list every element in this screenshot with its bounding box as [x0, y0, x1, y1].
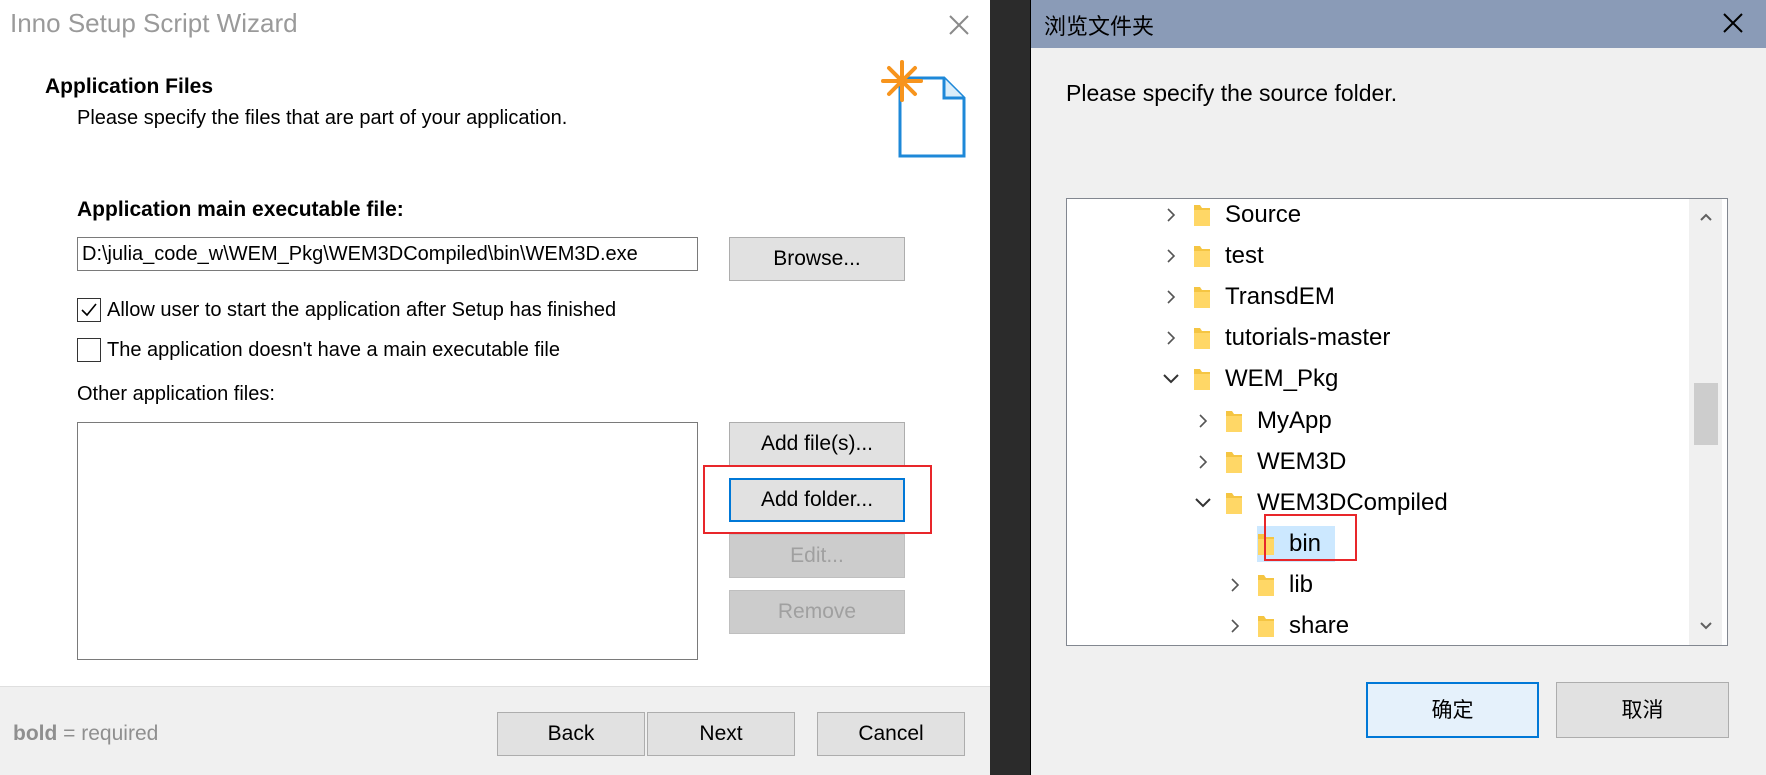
scroll-down-icon[interactable]: [1694, 614, 1718, 638]
folder-icon: [1191, 366, 1213, 392]
chevron-down-icon[interactable]: [1157, 365, 1185, 393]
dialog-prompt: Please specify the source folder.: [1066, 80, 1398, 106]
exe-path-input[interactable]: [77, 237, 698, 271]
folder-tree[interactable]: Source test TransdEM tutorials-master WEM_Pk…: [1066, 198, 1728, 646]
tree-item[interactable]: MyApp: [1189, 401, 1332, 441]
dialog-title: 浏览文件夹: [1044, 15, 1155, 40]
tree-item-label: WEM3DCompiled: [1257, 488, 1448, 516]
required-legend: bold = required: [13, 722, 159, 745]
folder-icon: [1191, 243, 1213, 269]
tree-item[interactable]: tutorials-master: [1157, 318, 1390, 358]
allow-start-label: Allow user to start the application afte…: [107, 298, 617, 321]
chevron-right-icon[interactable]: [1221, 612, 1249, 640]
close-icon[interactable]: [944, 10, 974, 40]
no-exe-checkbox[interactable]: [77, 338, 101, 362]
back-button[interactable]: Back: [497, 712, 645, 756]
folder-icon: [1191, 325, 1213, 351]
cancel-button[interactable]: Cancel: [817, 712, 965, 756]
tree-item[interactable]: share: [1221, 606, 1350, 645]
browse-folder-dialog: 浏览文件夹 Please specify the source folder. …: [1030, 0, 1766, 775]
other-files-label: Other application files:: [77, 383, 275, 405]
folder-icon: [1223, 408, 1245, 434]
folder-icon: [1191, 284, 1213, 310]
folder-icon: [1223, 490, 1245, 516]
folder-icon: [1255, 613, 1277, 639]
tree-item-label: test: [1225, 242, 1264, 270]
chevron-right-icon[interactable]: [1221, 571, 1249, 599]
scroll-thumb[interactable]: [1694, 383, 1718, 445]
allow-start-checkbox-row[interactable]: Allow user to start the application afte…: [77, 298, 616, 322]
exe-label: Application main executable file:: [77, 198, 404, 221]
folder-icon: [1223, 449, 1245, 475]
tree-item[interactable]: TransdEM: [1157, 277, 1335, 317]
tree-item-label: MyApp: [1257, 406, 1332, 434]
add-files-button[interactable]: Add file(s)...: [729, 422, 905, 466]
tree-item-label: tutorials-master: [1225, 324, 1391, 352]
tree-item-label: lib: [1289, 570, 1314, 598]
dialog-cancel-button[interactable]: 取消: [1556, 682, 1729, 738]
chevron-right-icon[interactable]: [1189, 448, 1217, 476]
tree-item[interactable]: test: [1157, 236, 1264, 276]
browse-button[interactable]: Browse...: [729, 237, 905, 281]
tree-item-label: WEM_Pkg: [1225, 365, 1339, 393]
other-files-list[interactable]: [77, 422, 698, 660]
page-subtitle: Please specify the files that are part o…: [77, 107, 568, 129]
tree-item[interactable]: WEM3D: [1189, 442, 1346, 482]
allow-start-checkbox[interactable]: [77, 298, 101, 322]
highlight-box: [1264, 514, 1357, 561]
page-title: Application Files: [45, 75, 214, 98]
scroll-up-icon[interactable]: [1694, 205, 1718, 229]
remove-button[interactable]: Remove: [729, 590, 905, 634]
tree-item-label: share: [1289, 612, 1350, 639]
edit-button[interactable]: Edit...: [729, 534, 905, 578]
chevron-right-icon[interactable]: [1189, 407, 1217, 435]
wizard-window: Inno Setup Script Wizard Application Fil…: [0, 0, 990, 775]
chevron-right-icon[interactable]: [1157, 324, 1185, 352]
chevron-down-icon[interactable]: [1189, 489, 1217, 517]
tree-item[interactable]: Source: [1157, 199, 1302, 235]
chevron-right-icon[interactable]: [1157, 283, 1185, 311]
chevron-right-icon[interactable]: [1157, 201, 1185, 229]
tree-item[interactable]: WEM_Pkg: [1157, 359, 1338, 399]
next-button[interactable]: Next: [647, 712, 795, 756]
tree-item-label: Source: [1225, 201, 1302, 228]
no-exe-checkbox-row[interactable]: The application doesn't have a main exec…: [77, 338, 560, 362]
window-title: Inno Setup Script Wizard: [10, 8, 298, 38]
close-icon[interactable]: [1719, 9, 1747, 37]
chevron-right-icon[interactable]: [1157, 242, 1185, 270]
tree-item-label: TransdEM: [1225, 283, 1335, 311]
folder-icon: [1255, 572, 1277, 598]
tree-item-label: WEM3D: [1257, 447, 1347, 475]
tree-item[interactable]: lib: [1221, 565, 1313, 605]
ok-button[interactable]: 确定: [1366, 682, 1539, 738]
dialog-titlebar: 浏览文件夹: [1031, 0, 1766, 48]
new-file-icon: [878, 60, 972, 160]
folder-icon: [1191, 202, 1213, 228]
highlight-box: [703, 465, 932, 534]
no-exe-label: The application doesn't have a main exec…: [107, 338, 560, 361]
